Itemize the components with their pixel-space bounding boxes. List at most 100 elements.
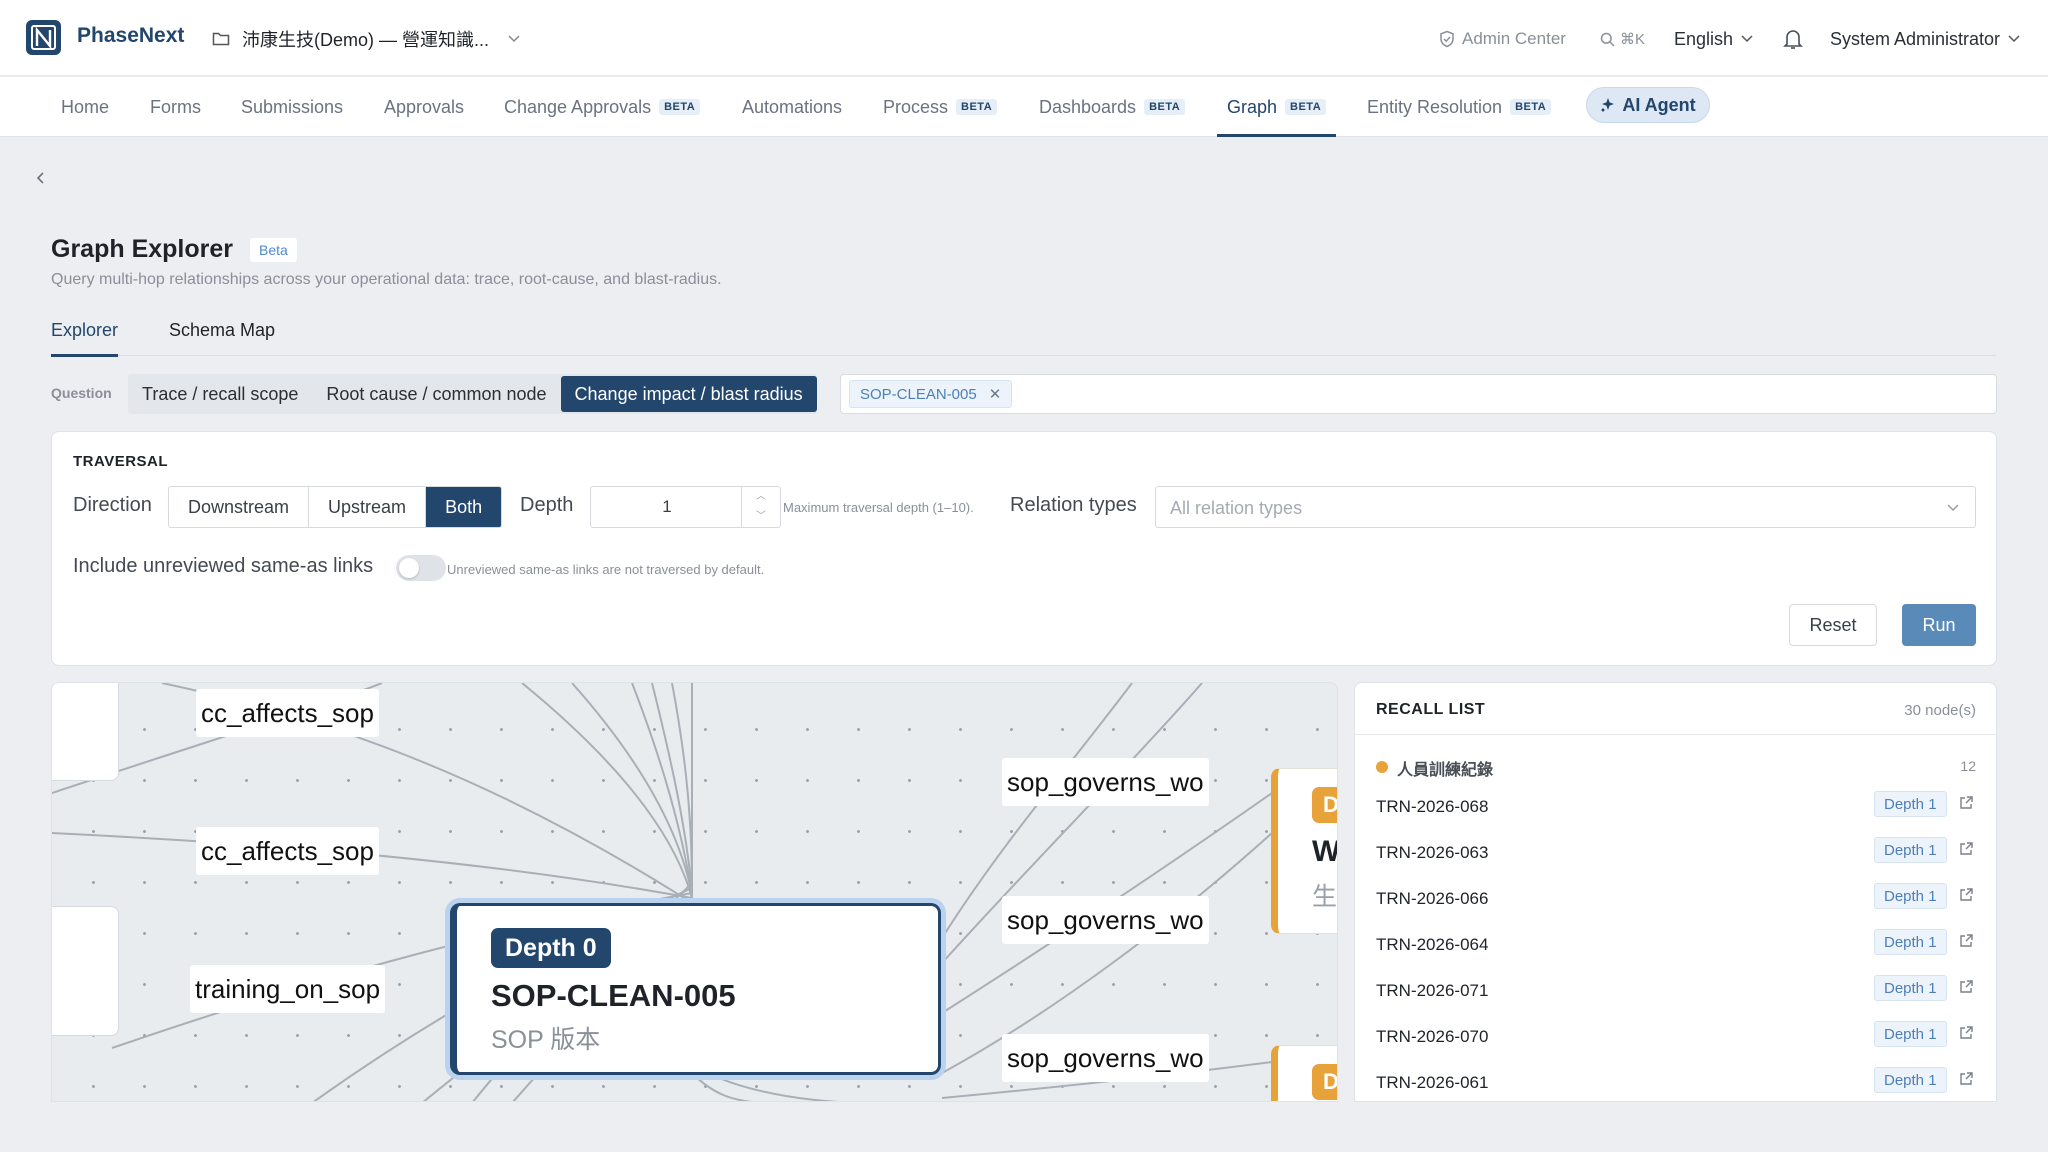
nav-label: Change Approvals xyxy=(504,96,652,117)
group-color-dot xyxy=(1376,761,1388,773)
nav-home[interactable]: Home xyxy=(61,77,109,137)
close-icon[interactable]: ✕ xyxy=(989,385,1002,403)
list-item[interactable]: TRN-2026-066 Depth 1 xyxy=(1355,877,1996,923)
depth-badge: Depth 1 xyxy=(1874,975,1947,1001)
admin-center-link[interactable]: Admin Center xyxy=(1439,22,1566,56)
main-nav: Home Forms Submissions Approvals Change … xyxy=(0,77,2048,137)
external-link-icon[interactable] xyxy=(1958,933,1974,954)
question-blast-radius-button[interactable]: Change impact / blast radius xyxy=(560,376,817,412)
nav-label: Submissions xyxy=(241,96,344,117)
list-item[interactable]: TRN-2026-061 Depth 1 xyxy=(1355,1061,1996,1101)
graph-node[interactable] xyxy=(52,906,119,1036)
external-link-icon[interactable] xyxy=(1958,887,1974,908)
node-id[interactable]: TRN-2026-061 xyxy=(1376,1073,1488,1093)
traversal-title: TRAVERSAL xyxy=(73,453,169,470)
reset-button[interactable]: Reset xyxy=(1789,604,1877,646)
nav-approvals[interactable]: Approvals xyxy=(384,77,464,137)
admin-center-label: Admin Center xyxy=(1462,29,1566,48)
chevron-down-icon xyxy=(508,35,520,43)
app-name[interactable]: PhaseNext xyxy=(77,24,184,48)
beta-badge: BETA xyxy=(659,99,701,115)
node-id[interactable]: TRN-2026-068 xyxy=(1376,797,1488,817)
seed-node-input[interactable]: SOP-CLEAN-005 ✕ xyxy=(840,374,1997,414)
traversal-panel: TRAVERSAL Direction Downstream Upstream … xyxy=(51,431,1997,666)
unreviewed-toggle[interactable] xyxy=(396,555,446,581)
external-link-icon[interactable] xyxy=(1958,841,1974,862)
user-menu[interactable]: System Administrator xyxy=(1830,22,2021,56)
graph-node[interactable] xyxy=(52,683,119,781)
list-item[interactable]: TRN-2026-068 Depth 1 xyxy=(1355,785,1996,831)
node-depth-badge: D xyxy=(1312,787,1337,823)
node-id[interactable]: TRN-2026-070 xyxy=(1376,1027,1488,1047)
direction-downstream-button[interactable]: Downstream xyxy=(169,487,310,527)
node-id[interactable]: TRN-2026-063 xyxy=(1376,843,1488,863)
run-button[interactable]: Run xyxy=(1902,604,1976,646)
list-item[interactable]: TRN-2026-064 Depth 1 xyxy=(1355,923,1996,969)
notifications-button[interactable] xyxy=(1783,22,1803,56)
graph-canvas[interactable]: cc_affects_sop cc_affects_sop training_o… xyxy=(51,682,1338,1102)
question-root-cause-button[interactable]: Root cause / common node xyxy=(312,374,560,414)
increment-icon[interactable]: ︿ xyxy=(742,487,780,507)
question-label: Question xyxy=(51,385,112,401)
node-depth-badge: Depth 0 xyxy=(491,928,611,968)
language-label: English xyxy=(1674,28,1734,49)
nav-label: Dashboards xyxy=(1039,96,1137,117)
node-id[interactable]: TRN-2026-064 xyxy=(1376,935,1488,955)
decrement-icon[interactable]: ﹀ xyxy=(742,507,780,527)
group-name[interactable]: 人員訓練紀錄 xyxy=(1397,756,1493,780)
tab-schema-map[interactable]: Schema Map xyxy=(169,320,275,356)
depth-badge: Depth 1 xyxy=(1874,837,1947,863)
list-item[interactable]: TRN-2026-070 Depth 1 xyxy=(1355,1015,1996,1061)
graph-node[interactable]: D W 生 xyxy=(1271,768,1338,934)
shield-icon xyxy=(1440,30,1454,48)
depth-badge: Depth 1 xyxy=(1874,1067,1947,1093)
graph-node[interactable]: D xyxy=(1271,1045,1337,1101)
nav-label: Graph xyxy=(1227,96,1278,117)
node-id[interactable]: TRN-2026-071 xyxy=(1376,981,1488,1001)
chevron-down-icon xyxy=(1947,504,1959,512)
beta-badge: BETA xyxy=(1144,99,1186,115)
beta-tag: Beta xyxy=(250,238,297,262)
external-link-icon[interactable] xyxy=(1958,795,1974,816)
nav-entity-resolution[interactable]: Entity Resolution BETA xyxy=(1367,77,1552,137)
tab-explorer[interactable]: Explorer xyxy=(51,320,119,357)
direction-upstream-button[interactable]: Upstream xyxy=(309,487,427,527)
beta-badge: BETA xyxy=(1285,99,1327,115)
external-link-icon[interactable] xyxy=(1958,1071,1974,1092)
nav-label: Automations xyxy=(742,96,843,117)
list-item[interactable]: TRN-2026-071 Depth 1 xyxy=(1355,969,1996,1015)
nav-submissions[interactable]: Submissions xyxy=(241,77,343,137)
node-id[interactable]: TRN-2026-066 xyxy=(1376,889,1488,909)
question-selector: Trace / recall scope Root cause / common… xyxy=(128,374,817,414)
language-select[interactable]: English xyxy=(1674,22,1754,56)
recall-count: 30 node(s) xyxy=(1904,702,1976,719)
nav-label: Approvals xyxy=(384,96,465,117)
node-type: 生 xyxy=(1312,883,1338,911)
nav-automations[interactable]: Automations xyxy=(742,77,842,137)
external-link-icon[interactable] xyxy=(1958,979,1974,1000)
chevron-left-icon[interactable] xyxy=(34,168,48,188)
relation-types-select[interactable]: All relation types xyxy=(1155,486,1976,528)
ai-agent-button[interactable]: AI Agent xyxy=(1586,87,1710,123)
search-button[interactable]: ⌘K xyxy=(1600,22,1645,56)
question-trace-button[interactable]: Trace / recall scope xyxy=(128,374,312,414)
center-node[interactable]: Depth 0 SOP-CLEAN-005 SOP 版本 xyxy=(450,903,941,1075)
chevron-down-icon xyxy=(1741,35,1753,43)
logo-icon[interactable] xyxy=(26,20,61,55)
page-subtitle: Query multi-hop relationships across you… xyxy=(51,271,722,288)
edge-label: sop_governs_wo xyxy=(1002,896,1209,944)
nav-process[interactable]: Process BETA xyxy=(883,77,998,137)
nav-graph[interactable]: Graph BETA xyxy=(1216,77,1337,137)
unreviewed-label: Include unreviewed same-as links xyxy=(73,555,374,577)
depth-stepper[interactable]: 1 ︿ ﹀ xyxy=(590,486,781,528)
nav-forms[interactable]: Forms xyxy=(150,77,201,137)
depth-value[interactable]: 1 xyxy=(591,487,743,527)
workspace-switcher[interactable]: 沛康生技(Demo) — 營運知識... xyxy=(212,22,521,56)
external-link-icon[interactable] xyxy=(1958,1025,1974,1046)
nav-dashboards[interactable]: Dashboards BETA xyxy=(1039,77,1186,137)
depth-spin-buttons[interactable]: ︿ ﹀ xyxy=(741,487,780,527)
beta-badge: BETA xyxy=(1510,99,1552,115)
direction-both-button[interactable]: Both xyxy=(426,487,502,527)
nav-change-approvals[interactable]: Change Approvals BETA xyxy=(504,77,701,137)
list-item[interactable]: TRN-2026-063 Depth 1 xyxy=(1355,831,1996,877)
